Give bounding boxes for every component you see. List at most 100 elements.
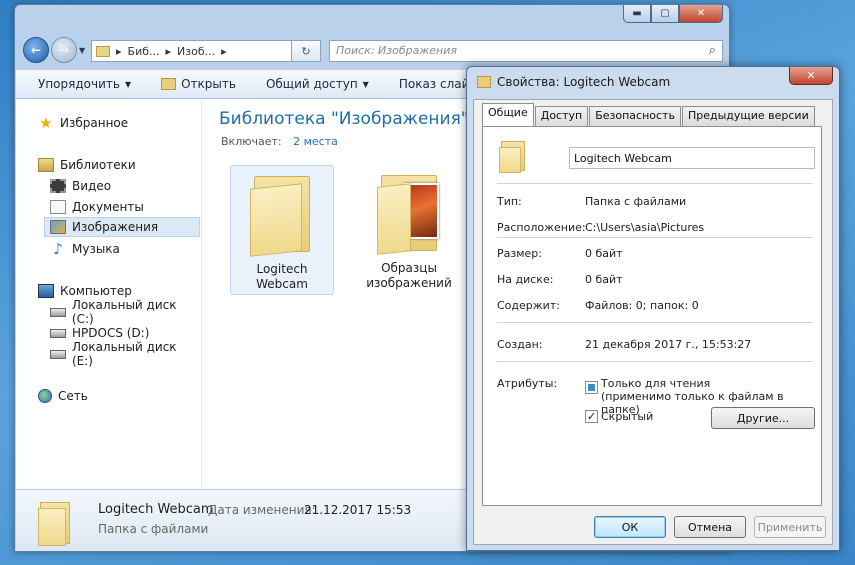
created-value: 21 декабря 2017 г., 15:53:27: [585, 338, 752, 351]
hard-drive-icon: [50, 349, 66, 359]
sidebar-item-favorites[interactable]: ★ Избранное: [38, 113, 128, 133]
minimize-button[interactable]: ▬: [623, 5, 651, 23]
attributes-label: Атрибуты:: [497, 377, 558, 390]
search-placeholder: Поиск: Изображения: [336, 44, 457, 57]
address-bar[interactable]: ▸ Биб... ▸ Изоб... ▸ ▼: [91, 40, 319, 62]
folder-tile-label: Образцы изображений: [366, 261, 452, 290]
details-item-type: Папка с файлами: [98, 522, 209, 536]
folder-tile-logitech-webcam[interactable]: Logitech Webcam: [230, 165, 334, 295]
dialog-close-button[interactable]: ✕: [789, 67, 833, 85]
details-date-label: Дата изменения:: [208, 503, 316, 517]
sidebar-item-label: Локальный диск (E:): [71, 340, 177, 368]
created-label: Создан:: [497, 338, 543, 351]
tab-strip: Общие Доступ Безопасность Предыдущие вер…: [482, 103, 816, 126]
sidebar-item-drive-c[interactable]: Локальный диск (C:): [50, 298, 201, 326]
apply-button[interactable]: Применить: [754, 516, 826, 538]
dialog-title-text: Свойства: Logitech Webcam: [497, 75, 671, 89]
divider: [497, 322, 813, 323]
breadcrumb-arrow-icon[interactable]: ▸: [221, 45, 227, 58]
document-icon: [50, 200, 66, 214]
includes-label: Включает:: [221, 135, 282, 148]
open-folder-icon: [161, 78, 177, 90]
contains-value: Файлов: 0; папок: 0: [585, 299, 699, 312]
search-input[interactable]: Поиск: Изображения ⌕: [329, 40, 723, 62]
sidebar-item-network[interactable]: Сеть: [38, 386, 88, 406]
sidebar-item-label: HPDOCS (D:): [72, 326, 150, 340]
sidebar-item-video[interactable]: Видео: [50, 176, 111, 196]
divider: [497, 237, 813, 238]
contains-label: Содержит:: [497, 299, 560, 312]
navigation-pane: ★ Избранное Библиотеки Видео Документы И…: [16, 99, 202, 489]
divider: [497, 183, 813, 184]
share-label: Общий доступ: [265, 77, 358, 91]
tab-sharing[interactable]: Доступ: [534, 106, 589, 126]
sidebar-item-label: Изображения: [72, 220, 159, 234]
recent-pages-dropdown-icon[interactable]: ▼: [79, 46, 85, 55]
sidebar-item-label: Документы: [72, 200, 144, 214]
navigation-bar: ← → ▼ ▸ Биб... ▸ Изоб... ▸ ▼ ↻ Поиск: Из…: [15, 33, 729, 69]
type-label: Тип:: [497, 195, 522, 208]
size-label: Размер:: [497, 247, 542, 260]
pictures-icon: [50, 220, 66, 234]
sidebar-item-pictures[interactable]: Изображения: [44, 217, 200, 237]
folder-icon: [477, 76, 491, 88]
hidden-checkbox[interactable]: ✓: [585, 410, 598, 423]
organize-button[interactable]: Упорядочить ▼: [38, 77, 131, 91]
locations-link[interactable]: 2 места: [293, 135, 338, 148]
sidebar-item-music[interactable]: ♪ Музыка: [50, 239, 120, 259]
folder-icon: [250, 170, 314, 257]
tab-previous-versions[interactable]: Предыдущие версии: [681, 106, 815, 126]
folder-icon: [499, 139, 527, 173]
breadcrumb-arrow-icon[interactable]: ▸: [116, 45, 122, 58]
folder-tile-sample-pictures[interactable]: Образцы изображений: [357, 165, 461, 295]
sidebar-item-label: Видео: [72, 179, 112, 193]
folder-icon: [38, 498, 74, 546]
forward-button[interactable]: →: [51, 37, 77, 63]
sidebar-item-label: Сеть: [58, 389, 88, 403]
sidebar-item-label: Компьютер: [60, 284, 132, 298]
general-tab-panel: Тип: Папка с файлами Расположение: C:\Us…: [482, 126, 822, 506]
hard-drive-icon: [50, 328, 66, 338]
details-item-name: Logitech Webcam: [98, 502, 214, 517]
open-label: Открыть: [181, 77, 236, 91]
folder-name-field[interactable]: [569, 147, 815, 169]
size-on-disk-value: 0 байт: [585, 273, 623, 286]
open-button[interactable]: Открыть: [161, 77, 236, 91]
search-icon[interactable]: ⌕: [709, 43, 716, 58]
maximize-button[interactable]: ▢: [651, 5, 679, 23]
advanced-attributes-button[interactable]: Другие...: [711, 407, 815, 429]
details-date-value: 21.12.2017 15:53: [304, 503, 412, 517]
hidden-label: Скрытый: [601, 410, 654, 423]
readonly-checkbox[interactable]: [585, 381, 598, 394]
close-button[interactable]: ✕: [679, 5, 723, 23]
computer-icon: [38, 284, 54, 298]
music-note-icon: ♪: [53, 240, 63, 258]
share-button[interactable]: Общий доступ ▼: [266, 77, 369, 91]
tab-security[interactable]: Безопасность: [589, 106, 681, 126]
location-value: C:\Users\asia\Pictures: [585, 221, 705, 234]
breadcrumb-pictures[interactable]: Изоб...: [177, 45, 215, 58]
video-icon: [50, 179, 66, 193]
location-label: Расположение:: [497, 221, 586, 234]
library-title: Библиотека "Изображения": [219, 109, 469, 129]
organize-label: Упорядочить: [38, 77, 120, 91]
sidebar-item-documents[interactable]: Документы: [50, 197, 144, 217]
sidebar-item-drive-e[interactable]: Локальный диск (E:): [50, 340, 201, 368]
size-value: 0 байт: [585, 247, 623, 260]
size-on-disk-label: На диске:: [497, 273, 554, 286]
breadcrumb-libraries[interactable]: Биб...: [128, 45, 160, 58]
library-icon: [38, 158, 54, 172]
back-button[interactable]: ←: [23, 37, 49, 63]
network-icon: [38, 389, 52, 403]
refresh-button[interactable]: ↻: [291, 40, 321, 62]
folder-icon: [96, 45, 110, 57]
breadcrumb-arrow-icon[interactable]: ▸: [166, 45, 172, 58]
sidebar-item-label: Локальный диск (C:): [71, 298, 177, 326]
cancel-button[interactable]: Отмена: [674, 516, 746, 538]
sidebar-item-label: Музыка: [72, 242, 120, 256]
tab-general[interactable]: Общие: [482, 103, 534, 126]
hard-drive-icon: [50, 307, 66, 317]
ok-button[interactable]: ОК: [594, 516, 666, 538]
dialog-body: Общие Доступ Безопасность Предыдущие вер…: [473, 99, 833, 545]
sidebar-item-libraries[interactable]: Библиотеки: [38, 155, 136, 175]
